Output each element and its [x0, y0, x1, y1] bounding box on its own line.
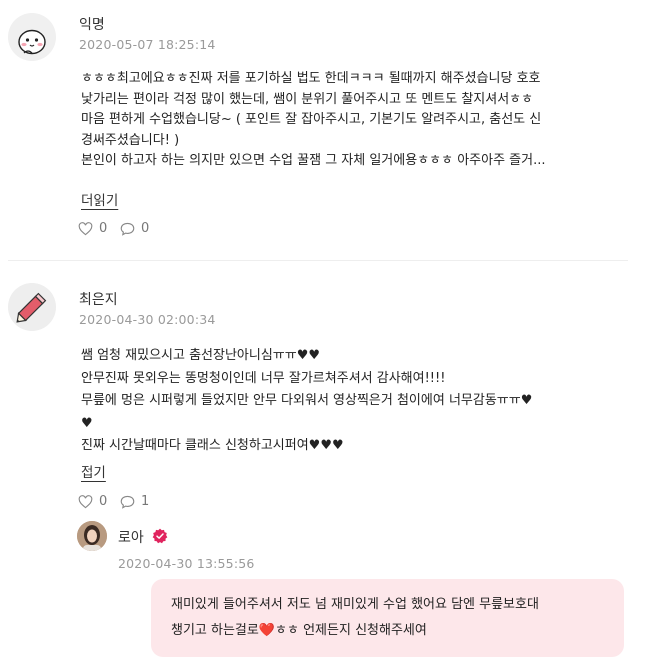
collapse-link[interactable]: 접기	[81, 461, 106, 481]
anonymous-avatar-icon	[8, 13, 56, 61]
comment-line: 쌤 엄청 재밌으시고 춤선장난아니심ㅠㅠ♥♥	[81, 348, 321, 363]
comment-line: ♥	[81, 415, 93, 431]
comment-line: ㅎㅎㅎ최고에요ㅎㅎ진짜 저를 포기하실 법도 한데ㅋㅋㅋ 될때까지 해주셨습니당…	[81, 71, 541, 86]
reply-count-button[interactable]: 1	[120, 494, 149, 509]
reply-line: 재미있게 들어주셔서 저도 넘 재미있게 수업 했어요 담엔 무릎보호대	[171, 597, 539, 612]
comment-line: 마음 편하게 수업했습니당~ ( 포인트 잘 잡아주시고, 기본기도 알려주시고…	[81, 112, 542, 127]
reply-line: 챙기고 하는걸로❤️ㅎㅎ 언제든지 신청해주세여	[171, 623, 427, 638]
like-button[interactable]: 0	[78, 494, 107, 509]
comment-author: 익명	[79, 17, 105, 33]
comment-date: 2020-04-30 02:00:34	[79, 312, 216, 327]
reply-count-button[interactable]: 0	[120, 221, 149, 236]
like-count: 0	[99, 221, 108, 236]
speech-bubble-icon	[120, 495, 135, 509]
heart-icon	[78, 221, 93, 235]
reply-author: 로아	[118, 530, 144, 546]
reply-count: 0	[141, 221, 150, 236]
comment-date: 2020-05-07 18:25:14	[79, 37, 216, 52]
speech-bubble-icon	[120, 222, 135, 236]
reply-avatar[interactable]	[77, 521, 107, 551]
comment-line: 안무진짜 못외우는 똥멍청이인데 너무 잘가르쳐주셔서 감사해여!!!!	[81, 370, 446, 386]
reply-date: 2020-04-30 13:55:56	[118, 556, 255, 571]
comment-line: 진짜 시간날때마다 클래스 신청하고시퍼여♥♥♥	[81, 438, 344, 453]
verified-badge-icon	[152, 528, 168, 548]
comment-line: 낯가리는 편이라 걱정 많이 했는데, 쌤이 분위기 풀어주시고 또 멘트도 찰…	[81, 91, 534, 107]
like-count: 0	[99, 494, 108, 509]
reply-count: 1	[141, 494, 150, 509]
avatar[interactable]	[8, 13, 56, 61]
comment-body: 쌤 엄청 재밌으시고 춤선장난아니심ㅠㅠ♥♥ 안무진짜 못외우는 똥멍청이인데 …	[81, 345, 631, 458]
heart-icon	[78, 494, 93, 508]
avatar[interactable]	[8, 283, 56, 331]
comment-line: 무릎에 멍은 시퍼렇게 들었지만 안무 다외워서 영상찍은거 첨이에여 너무감동…	[81, 393, 533, 408]
read-more-link[interactable]: 더읽기	[81, 189, 118, 209]
like-button[interactable]: 0	[78, 221, 107, 236]
comment-line: 본인이 하고자 하는 의지만 있으면 수업 꿀잼 그 자체 일거에용ㅎㅎㅎ 아주…	[81, 153, 546, 168]
comment-body: ㅎㅎㅎ최고에요ㅎㅎ진짜 저를 포기하실 법도 한데ㅋㅋㅋ 될때까지 해주셨습니당…	[81, 69, 631, 172]
profile-photo-icon	[77, 521, 107, 551]
comment-divider	[8, 260, 628, 261]
comment-line: 경써주셨습니다! )	[81, 132, 180, 148]
pencil-avatar-icon	[8, 283, 56, 331]
comment-author: 최은지	[79, 292, 118, 308]
reply-bubble: 재미있게 들어주셔서 저도 넘 재미있게 수업 했어요 담엔 무릎보호대 챙기고…	[151, 579, 624, 657]
